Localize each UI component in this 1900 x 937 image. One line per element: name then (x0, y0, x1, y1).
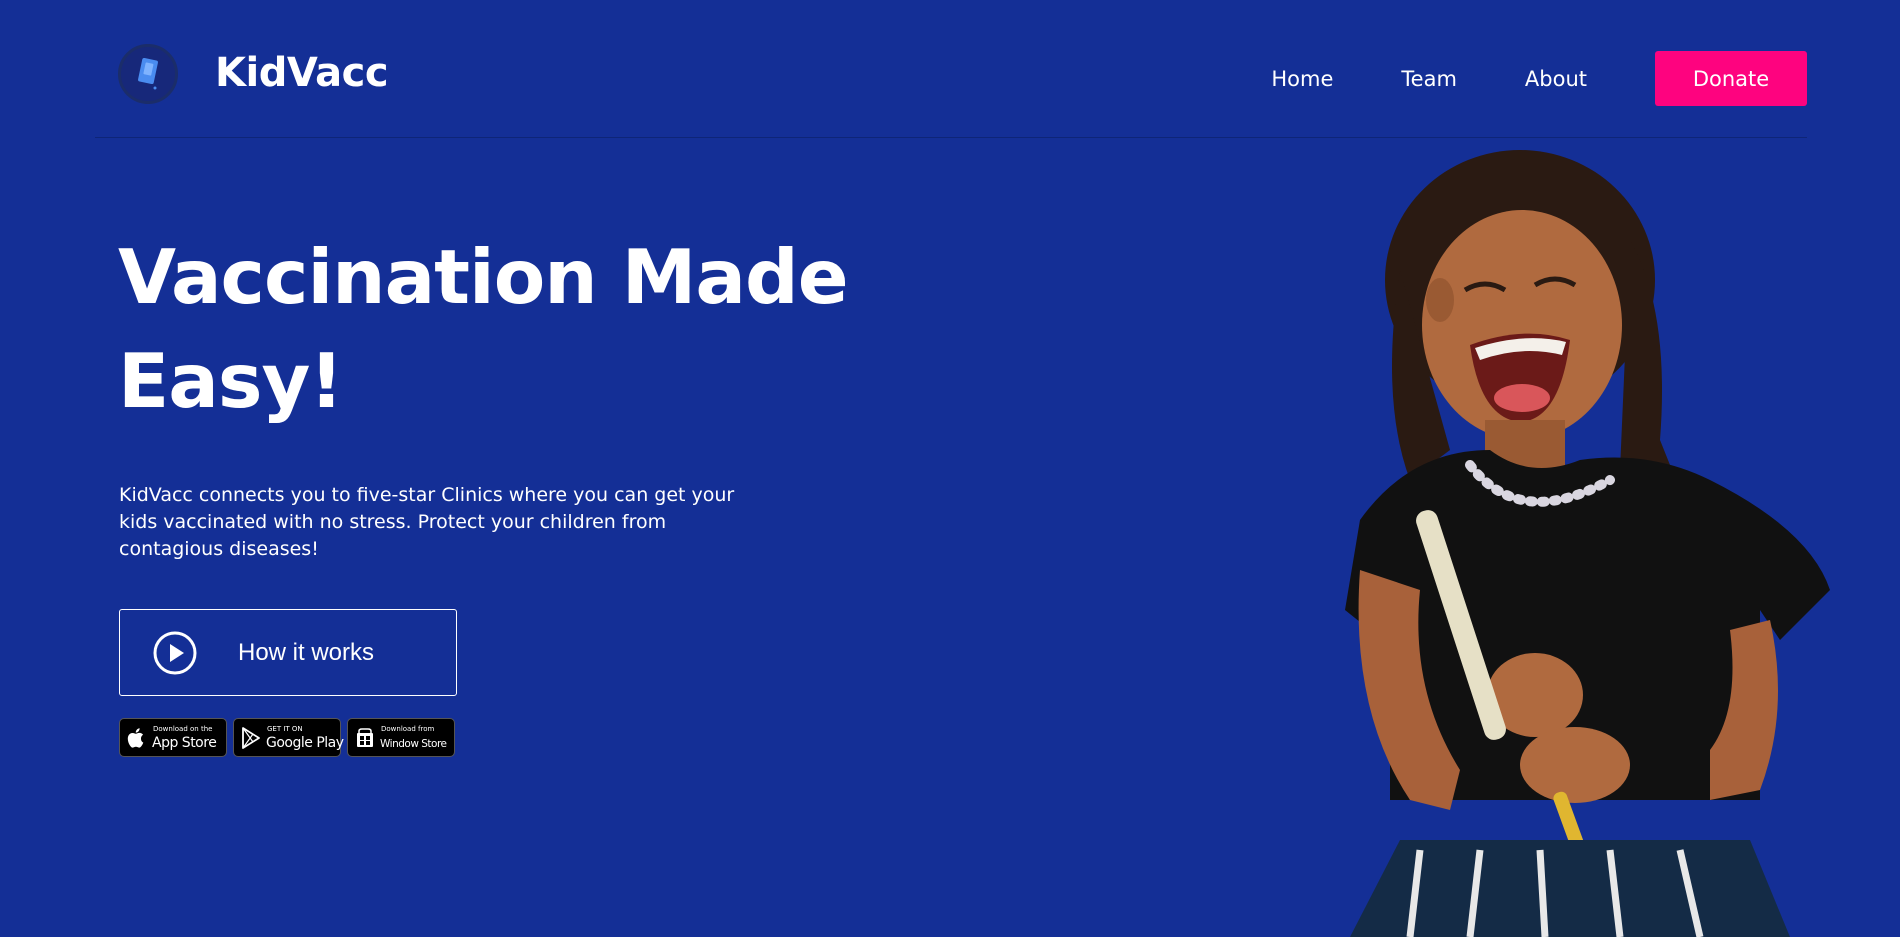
window-store-small: Download from (381, 725, 435, 733)
phone-logo-icon (138, 57, 158, 90)
app-store-small: Download on the (153, 725, 213, 733)
nav-team[interactable]: Team (1401, 67, 1457, 91)
store-badges: Download on the App Store GET IT ON Goog… (119, 718, 461, 757)
google-play-big: Google Play (266, 735, 344, 751)
nav-home[interactable]: Home (1271, 67, 1333, 91)
google-play-badge[interactable]: GET IT ON Google Play (233, 718, 344, 757)
window-store-big: Window Store (380, 738, 447, 750)
app-store-badge[interactable]: Download on the App Store (119, 718, 227, 757)
apple-icon (127, 728, 144, 748)
hero-title-line1: Vaccination Made (118, 233, 849, 321)
hero-child-image (1345, 150, 1830, 937)
windows-icon (357, 728, 373, 747)
app-store-big: App Store (152, 735, 217, 751)
brand-name[interactable]: KidVacc (215, 50, 389, 96)
google-play-small: GET IT ON (267, 725, 303, 733)
hero-title-line2: Easy! (118, 337, 344, 425)
nav-about[interactable]: About (1525, 67, 1587, 91)
how-it-works-button[interactable]: How it works (119, 609, 457, 696)
how-it-works-label: How it works (238, 639, 375, 666)
logo[interactable] (118, 44, 178, 104)
window-store-badge[interactable]: Download from Window Store (347, 718, 455, 757)
main-nav: Home Team About Donate (1271, 51, 1807, 106)
hero-title: Vaccination Made Easy! (118, 225, 878, 433)
donate-button[interactable]: Donate (1655, 51, 1807, 106)
google-play-icon (242, 727, 260, 749)
header: KidVacc Home Team About Donate (95, 0, 1807, 138)
hero-description: KidVacc connects you to five-star Clinic… (119, 484, 735, 560)
play-icon (153, 631, 197, 675)
